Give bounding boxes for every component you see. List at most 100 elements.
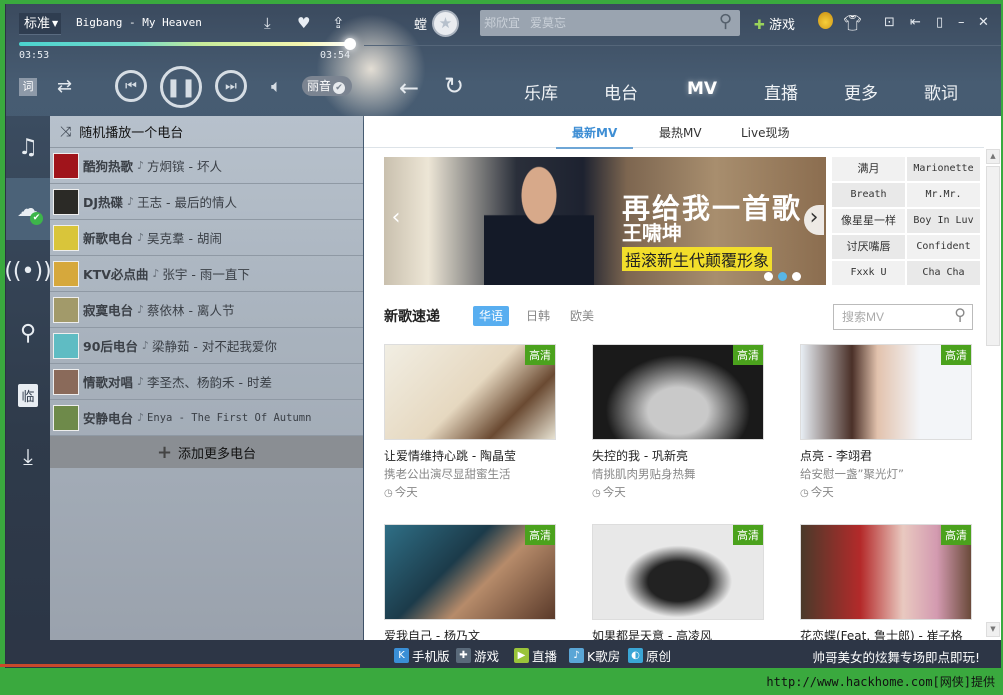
mv-title[interactable]: 如果都是天意 - 高凌风 <box>592 627 764 640</box>
sound-effect-toggle[interactable]: 丽音 ✔ <box>302 76 352 96</box>
scroll-down-icon[interactable]: ▼ <box>986 622 1000 637</box>
heart-icon[interactable]: ♥ <box>297 14 310 34</box>
progress-bar[interactable] <box>19 42 351 46</box>
mv-thumbnail[interactable]: 高清 <box>384 524 556 620</box>
mv-title[interactable]: 失控的我 - 巩新亮 <box>592 447 764 464</box>
scroll-thumb[interactable] <box>986 166 1000 346</box>
hot-mv-link[interactable]: 满月 <box>832 157 905 181</box>
banner-dot[interactable] <box>792 272 801 281</box>
hot-mv-link[interactable]: Boy In Luv <box>907 209 980 233</box>
bottom-link[interactable]: ✚ 游戏 <box>456 646 499 665</box>
mini-mode-icon[interactable]: ⇤ <box>910 15 921 30</box>
radio-station-row[interactable]: 酷狗热歌 ♪ 方炯镔 - 坏人 <box>50 148 363 184</box>
skin-shirt-icon[interactable]: 👕︎ <box>843 14 862 32</box>
menu-icon[interactable]: ⊡ <box>884 15 895 30</box>
subtab-hot-mv[interactable]: 最热MV <box>659 124 702 141</box>
avatar[interactable]: ★ <box>432 10 459 37</box>
mv-title[interactable]: 点亮 - 李翊君 <box>800 447 972 464</box>
hot-mv-link[interactable]: Cha Cha <box>907 261 980 285</box>
user-name[interactable]: 螳 <box>414 14 427 33</box>
scroll-up-icon[interactable]: ▲ <box>986 149 1000 164</box>
region-tab-chinese[interactable]: 华语 <box>473 306 510 326</box>
content-scrollbar[interactable]: ▲ ▼ <box>986 147 1000 637</box>
subtab-live[interactable]: Live现场 <box>741 124 790 141</box>
region-tab-jpkr[interactable]: 日韩 <box>520 306 556 326</box>
next-button[interactable]: ⏭ <box>215 70 247 102</box>
rail-item-download[interactable]: ⤓ <box>6 426 50 488</box>
hot-mv-link[interactable]: 像星星一样 <box>832 209 905 233</box>
nav-tab-mv[interactable]: MV <box>687 79 717 124</box>
mv-card[interactable]: 高清 失控的我 - 巩新亮 情挑肌肉男贴身热舞 ◷ 今天 <box>592 344 764 500</box>
radio-station-row[interactable]: 90后电台 ♪ 梁静茹 - 对不起我爱你 <box>50 328 363 364</box>
mv-thumbnail[interactable]: 高清 <box>800 344 972 440</box>
mv-thumbnail[interactable]: 高清 <box>800 524 972 620</box>
nav-tab-live[interactable]: 直播 <box>764 79 798 104</box>
mv-thumbnail[interactable]: 高清 <box>592 344 764 440</box>
hot-mv-link[interactable]: Fxxk U <box>832 261 905 285</box>
mv-thumbnail[interactable]: 高清 <box>592 524 764 620</box>
pause-button[interactable]: ❚❚ <box>160 66 202 108</box>
mv-title[interactable]: 让爱情维持心跳 - 陶晶莹 <box>384 447 556 464</box>
rail-item-cloud[interactable]: ☁ ✔ <box>6 178 50 240</box>
minimize-icon[interactable]: – <box>958 15 965 30</box>
region-tab-western[interactable]: 欧美 <box>564 306 600 326</box>
previous-button[interactable]: ⏮ <box>115 70 147 102</box>
radio-station-row[interactable]: 情歌对唱 ♪ 李圣杰、杨韵禾 - 时差 <box>50 364 363 400</box>
mv-card[interactable]: 高清 让爱情维持心跳 - 陶晶莹 携老公出演尽显甜蜜生活 ◷ 今天 <box>384 344 556 500</box>
mv-title[interactable]: 爱我自己 - 杨乃文 <box>384 627 556 640</box>
download-icon[interactable]: ⤓ <box>264 14 271 34</box>
radio-station-row[interactable]: 寂寞电台 ♪ 蔡依林 - 离人节 <box>50 292 363 328</box>
radio-station-row[interactable]: KTV必点曲 ♪ 张宇 - 雨一直下 <box>50 256 363 292</box>
search-icon[interactable]: ⚲ <box>719 11 732 32</box>
radio-station-row[interactable]: DJ热碟 ♪ 王志 - 最后的情人 <box>50 184 363 220</box>
rail-item-radio[interactable]: ((•)) <box>6 240 52 302</box>
top-search-input[interactable] <box>484 13 704 33</box>
search-icon[interactable]: ⚲ <box>954 305 966 324</box>
nav-tab-more[interactable]: 更多 <box>844 79 878 104</box>
mv-banner[interactable]: 再给我一首歌 王啸坤 摇滚新生代颠覆形象 ‹ › <box>384 157 826 285</box>
banner-next-icon[interactable]: › <box>804 205 824 235</box>
radio-station-row[interactable]: 新歌电台 ♪ 吴克羣 - 胡闹 <box>50 220 363 256</box>
nav-tab-radio[interactable]: 电台 <box>604 79 638 104</box>
hot-mv-link[interactable]: 讨厌嘴唇 <box>832 235 905 259</box>
banner-dot[interactable] <box>778 272 787 281</box>
progress-handle[interactable] <box>344 38 356 50</box>
rail-item-location[interactable]: ⚲ <box>6 302 50 364</box>
mobile-icon[interactable]: ▯ <box>936 15 943 30</box>
hot-mv-link[interactable]: Mr.Mr. <box>907 183 980 207</box>
volume-icon[interactable]: 🔈︎ <box>271 76 282 97</box>
mv-search-input[interactable] <box>834 305 944 329</box>
hot-mv-link[interactable]: Confident <box>907 235 980 259</box>
radio-station-row[interactable]: 安静电台 ♪ Enya - The First Of Autumn <box>50 400 363 436</box>
mv-card[interactable]: 高清爱我自己 - 杨乃文 <box>384 524 556 640</box>
bottom-link[interactable]: ◐ 原创 <box>628 646 671 665</box>
close-icon[interactable]: ✕ <box>978 15 989 30</box>
refresh-icon[interactable]: ↻ <box>444 72 464 100</box>
coin-bag-icon[interactable] <box>818 12 833 29</box>
share-icon[interactable]: ⇪ <box>332 14 345 34</box>
quality-dropdown[interactable]: 标准 ▼ <box>19 13 61 35</box>
nav-tab-library[interactable]: 乐库 <box>524 79 558 104</box>
nav-tab-lyrics[interactable]: 歌词 <box>924 79 958 104</box>
banner-prev-icon[interactable]: ‹ <box>386 205 406 235</box>
mv-card[interactable]: 高清如果都是天意 - 高凌风 <box>592 524 764 640</box>
random-radio-button[interactable]: ⤨ 随机播放一个电台 <box>50 116 363 148</box>
bottom-link[interactable]: ▶ 直播 <box>514 646 557 665</box>
games-button[interactable]: ✚ 游戏 <box>754 14 795 33</box>
repeat-icon[interactable]: ⇄ <box>57 76 72 97</box>
rail-item-music[interactable]: ♫ <box>6 116 50 178</box>
mv-card[interactable]: 高清花恋蝶(Feat. 鲁士郎) - 崔子格 <box>800 524 972 640</box>
mv-thumbnail[interactable]: 高清 <box>384 344 556 440</box>
banner-dot[interactable] <box>764 272 773 281</box>
add-radio-button[interactable]: + 添加更多电台 <box>50 436 363 468</box>
subtab-latest-mv[interactable]: 最新MV <box>555 124 634 149</box>
lyrics-button[interactable]: 词 <box>19 78 37 96</box>
hot-mv-link[interactable]: Marionette <box>907 157 980 181</box>
mv-title[interactable]: 花恋蝶(Feat. 鲁士郎) - 崔子格 <box>800 627 972 640</box>
mv-card[interactable]: 高清 点亮 - 李翊君 给安慰一盏”聚光灯” ◷ 今天 <box>800 344 972 500</box>
bottom-link[interactable]: K 手机版 <box>394 646 450 665</box>
rail-item-temp-list[interactable]: 临 <box>6 364 50 426</box>
back-arrow-icon[interactable]: ← <box>399 74 419 102</box>
hot-mv-link[interactable]: Breath <box>832 183 905 207</box>
bottom-link[interactable]: ♪ K歌房 <box>569 646 620 665</box>
